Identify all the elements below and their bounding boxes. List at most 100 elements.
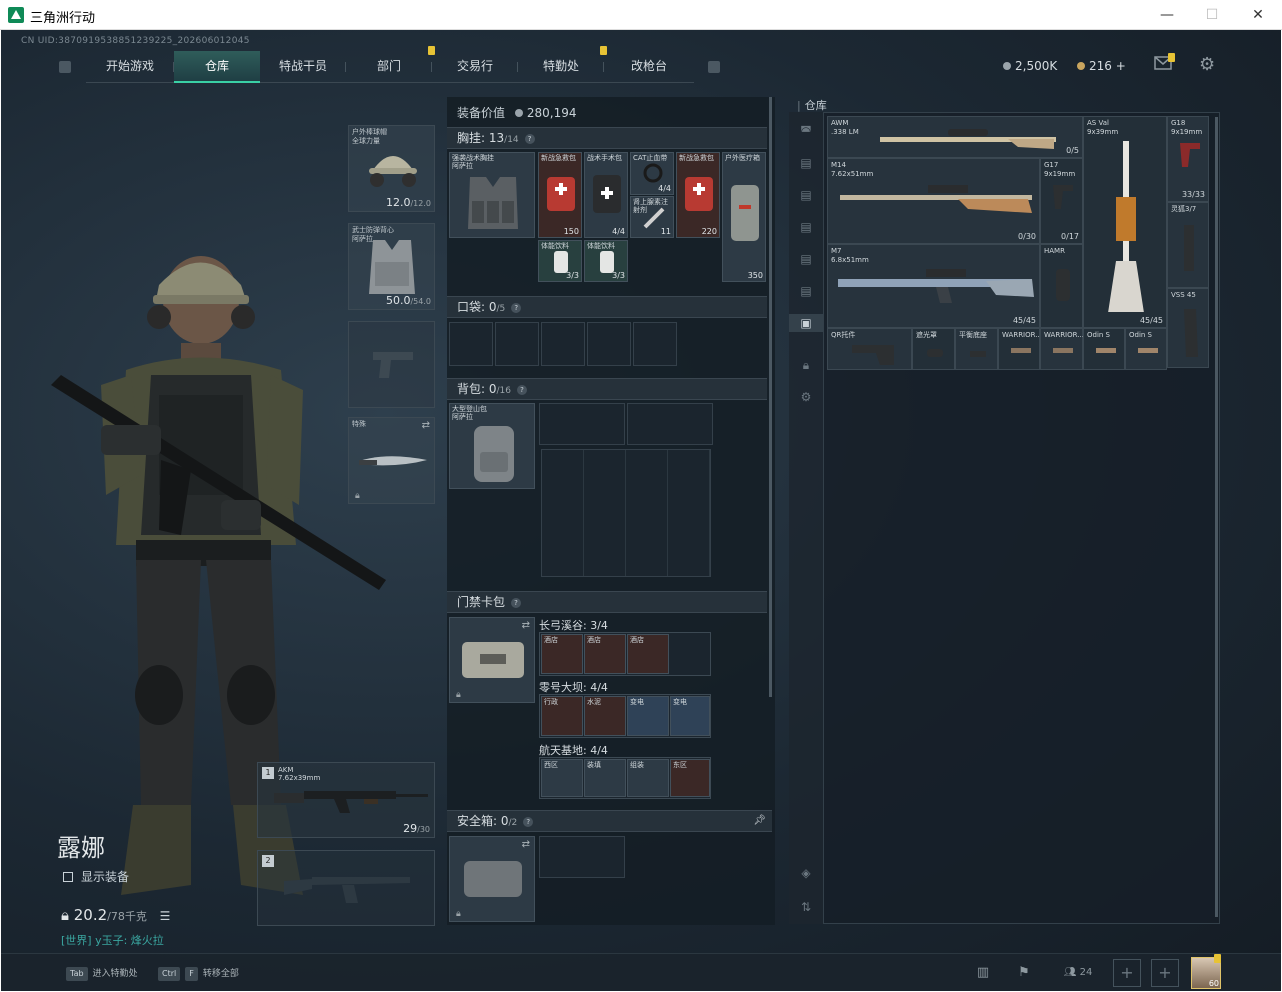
pocket-cell[interactable] bbox=[587, 322, 631, 366]
keycard-item[interactable]: 行政 bbox=[541, 696, 583, 736]
filter-icon[interactable]: ▤ bbox=[797, 282, 815, 300]
warehouse-item-warrior-2[interactable]: WARRIOR... bbox=[1040, 328, 1084, 370]
safe-box-cell[interactable] bbox=[539, 836, 625, 878]
warehouse-item-attachment[interactable]: 灵狐3/7 bbox=[1167, 202, 1209, 288]
maximize-button[interactable]: ☐ bbox=[1199, 5, 1225, 25]
pistol-slot[interactable] bbox=[348, 321, 435, 408]
pin-icon[interactable]: 📌︎ bbox=[753, 811, 766, 831]
chest-item-medkit-2[interactable]: 新战急救包 220 bbox=[676, 152, 720, 238]
swap-icon[interactable]: ⇄ bbox=[522, 839, 530, 850]
chest-item-medkit[interactable]: 新战急救包 150 bbox=[538, 152, 582, 238]
help-icon[interactable]: ? bbox=[511, 598, 522, 608]
filter-icon[interactable]: ▤ bbox=[797, 218, 815, 236]
checkbox-icon[interactable] bbox=[63, 872, 73, 882]
keycard-item[interactable]: 东区 bbox=[670, 759, 710, 797]
add-currency-button[interactable]: + bbox=[1116, 59, 1126, 73]
warehouse-item-sunshade[interactable]: 遮光罩 bbox=[912, 328, 955, 370]
nav-next-icon[interactable] bbox=[708, 61, 720, 73]
helmet-filter-icon[interactable]: ◚ bbox=[797, 122, 815, 140]
pocket-cell[interactable] bbox=[495, 322, 539, 366]
show-equipment-toggle[interactable]: 显示装备 bbox=[63, 868, 129, 885]
warehouse-item-m14[interactable]: M14 7.62x51mm 0/30 bbox=[827, 158, 1040, 244]
enter-special-ops-hint[interactable]: Tab 进入特勤处 bbox=[66, 966, 138, 981]
tab-start-game[interactable]: 开始游戏 bbox=[86, 51, 174, 83]
chest-item-drink-2[interactable]: 体能饮料 3/3 bbox=[584, 240, 628, 282]
tab-warehouse[interactable]: 仓库 bbox=[174, 51, 260, 83]
keycard-item[interactable]: 变电 bbox=[670, 696, 710, 736]
loadout-scrollbar[interactable] bbox=[769, 97, 772, 697]
keycard-item[interactable]: 酒店 bbox=[541, 634, 583, 674]
warehouse-item-hamr[interactable]: HAMR bbox=[1040, 244, 1083, 328]
keycard-item[interactable]: 装填 bbox=[584, 759, 626, 797]
chest-item-drink[interactable]: 体能饮料 3/3 bbox=[538, 240, 582, 282]
minimize-button[interactable]: — bbox=[1154, 5, 1180, 25]
help-icon[interactable]: ? bbox=[523, 817, 534, 827]
chest-item-tourniquet[interactable]: CAT止血带 4/4 bbox=[630, 152, 674, 195]
player-avatar[interactable]: 60 bbox=[1191, 954, 1221, 989]
sort-icon[interactable]: ⇅ bbox=[797, 898, 815, 916]
active-filter-icon[interactable]: ▣ bbox=[789, 314, 823, 332]
chest-rig-item[interactable]: 强袭战术胸挂 阿萨拉 bbox=[449, 152, 535, 238]
keycard-item[interactable]: 水泥 bbox=[584, 696, 626, 736]
warehouse-item-odin-2[interactable]: Odin S bbox=[1125, 328, 1167, 370]
keycard-item[interactable]: 西区 bbox=[541, 759, 583, 797]
help-icon[interactable]: ? bbox=[511, 303, 522, 313]
add-squad-slot-button[interactable]: + bbox=[1113, 959, 1141, 987]
pocket-cell[interactable] bbox=[449, 322, 493, 366]
layers-icon[interactable]: ◈ bbox=[797, 864, 815, 882]
swap-icon[interactable]: ⇄ bbox=[422, 420, 430, 431]
backpack-grid[interactable] bbox=[541, 449, 711, 577]
chest-item-surgery-kit[interactable]: 战术手术包 4/4 bbox=[584, 152, 628, 238]
warehouse-item-odin-1[interactable]: Odin S bbox=[1083, 328, 1125, 370]
settings-icon[interactable]: ⚙ bbox=[797, 388, 815, 406]
keycard-item[interactable]: 变电 bbox=[627, 696, 669, 736]
close-button[interactable]: ✕ bbox=[1245, 5, 1271, 25]
help-icon[interactable]: ? bbox=[524, 134, 535, 144]
backpack-item[interactable]: 大型登山包 阿萨拉 bbox=[449, 403, 535, 489]
warehouse-item-warrior-1[interactable]: WARRIOR... bbox=[998, 328, 1042, 370]
helmet-slot[interactable]: 户外棒球帽 全球力量 12.0/12.0 bbox=[348, 125, 435, 212]
secondary-weapon-slot[interactable]: 2 bbox=[257, 850, 435, 926]
lock-icon[interactable]: 🔒︎ bbox=[797, 356, 815, 374]
warehouse-scrollbar[interactable] bbox=[1215, 117, 1218, 917]
pocket-cell[interactable] bbox=[633, 322, 677, 366]
filter-icon[interactable]: ▤ bbox=[797, 186, 815, 204]
chest-item-injector[interactable]: 肾上腺素注射剂 11 bbox=[630, 196, 674, 238]
keycard-item[interactable]: 酒店 bbox=[584, 634, 626, 674]
warehouse-item-stock[interactable]: QR托件 bbox=[827, 328, 912, 370]
settings-gear-icon[interactable]: ⚙ bbox=[1199, 54, 1215, 75]
warehouse-item-vss-mag[interactable]: VSS 45 bbox=[1167, 288, 1209, 368]
add-squad-slot-button[interactable]: + bbox=[1151, 959, 1179, 987]
mail-icon[interactable] bbox=[1154, 53, 1175, 74]
help-icon[interactable]: ? bbox=[517, 385, 527, 395]
melee-slot[interactable]: 特殊 ⇄ 🔒︎ bbox=[348, 417, 435, 504]
warehouse-item-as-val[interactable]: AS Val 9x39mm bbox=[1083, 116, 1167, 326]
chat-line[interactable]: [世界] y玉子: 烽火拉 bbox=[61, 932, 164, 948]
friends-button[interactable]: 👥︎ 24 bbox=[1056, 959, 1100, 987]
filter-icon[interactable]: ▤ bbox=[797, 250, 815, 268]
transfer-all-hint[interactable]: Ctrl F 转移全部 bbox=[158, 966, 239, 981]
backpack-cell[interactable] bbox=[539, 403, 625, 445]
tab-department[interactable]: 部门 bbox=[346, 46, 435, 83]
list-icon[interactable]: ☰ bbox=[160, 909, 171, 923]
pocket-cell[interactable] bbox=[541, 322, 585, 366]
warehouse-item-m7[interactable]: M7 6.8x51mm 45/45 bbox=[827, 244, 1040, 328]
backpack-cell[interactable] bbox=[627, 403, 713, 445]
tab-operators[interactable]: 特战干员 bbox=[260, 51, 346, 83]
armor-slot[interactable]: 武士防弹背心 阿萨拉 50.0/54.0 bbox=[348, 223, 435, 310]
filter-icon[interactable]: ▤ bbox=[797, 154, 815, 172]
keycard-case-item[interactable]: ⇄ 🔒︎ bbox=[449, 617, 535, 703]
warehouse-item-awm[interactable]: AWM .338 LM 0/5 bbox=[827, 116, 1083, 158]
tab-trade[interactable]: 交易行 bbox=[432, 51, 518, 83]
gold-currency[interactable]: 216 + bbox=[1077, 59, 1126, 73]
nav-prev-icon[interactable] bbox=[59, 61, 71, 73]
swap-icon[interactable]: ⇄ bbox=[522, 620, 530, 631]
warehouse-item-mount[interactable]: 平衡底座 bbox=[955, 328, 998, 370]
primary-weapon-slot[interactable]: 1 AKM 7.62x39mm 29/30 bbox=[257, 762, 435, 838]
keycard-item[interactable]: 酒店 bbox=[627, 634, 669, 674]
flag-icon[interactable]: ⚑ bbox=[1009, 959, 1039, 987]
safe-box-item[interactable]: ⇄ 🔒︎ bbox=[449, 836, 535, 922]
tab-gunsmith[interactable]: 改枪台 bbox=[604, 51, 694, 83]
warehouse-item-g18[interactable]: G18 9x19mm 33/33 bbox=[1167, 116, 1209, 202]
chest-item-medical-case[interactable]: 户外医疗箱 350 bbox=[722, 152, 766, 282]
